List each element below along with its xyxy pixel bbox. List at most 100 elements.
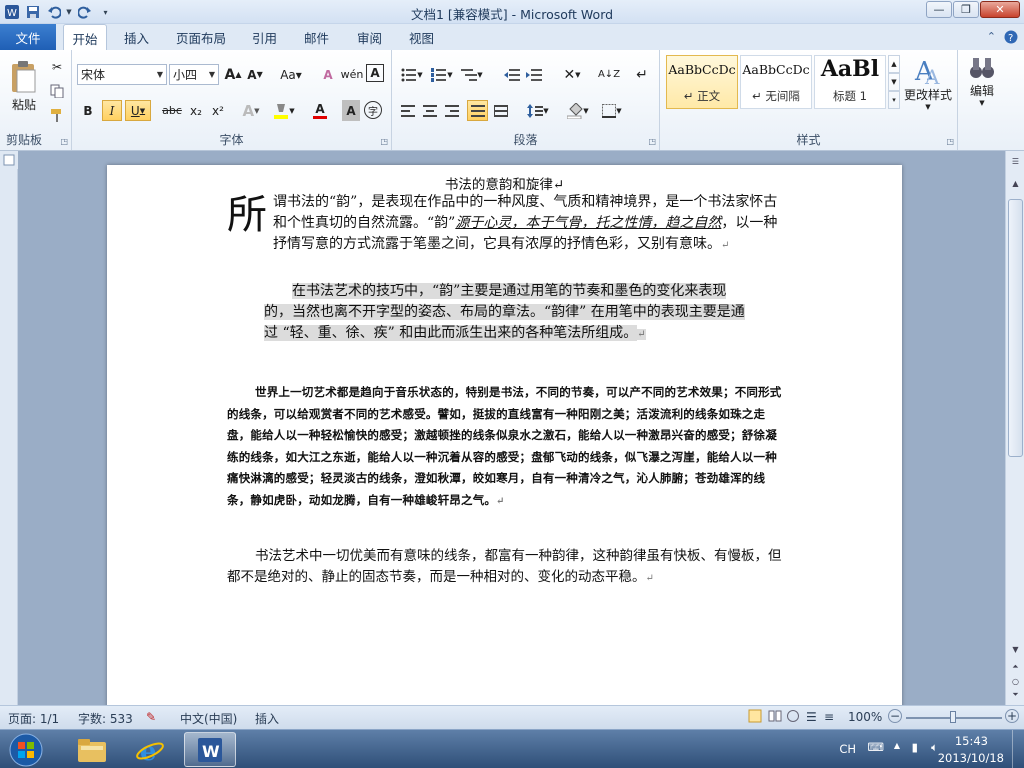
justify-icon[interactable] <box>467 100 488 121</box>
paragraph-mark: ↵ <box>496 495 505 507</box>
align-right-icon[interactable] <box>442 100 462 121</box>
ruler-toggle[interactable] <box>0 151 18 169</box>
clock-time[interactable]: 15:43 <box>955 734 988 748</box>
page-count[interactable]: 页面: 1/1 <box>8 710 59 727</box>
tab-page-layout[interactable]: 页面布局 <box>176 24 226 50</box>
keyboard-icon[interactable]: ⌨ <box>867 740 884 754</box>
font-name-combo[interactable]: 宋体 ▼ <box>77 64 167 85</box>
show-desktop-button[interactable] <box>1012 730 1024 768</box>
bold-button[interactable]: B <box>78 100 98 121</box>
editing-button[interactable]: 编辑 ▼ <box>962 54 1002 124</box>
insert-mode[interactable]: 插入 <box>255 710 279 727</box>
style-heading-1[interactable]: AaBl 标题 1 <box>814 55 886 109</box>
ruler-view-icon[interactable]: ☰ <box>1007 153 1024 169</box>
minimize-ribbon-icon[interactable]: ⌃ <box>987 30 996 47</box>
scroll-up-icon[interactable]: ▲ <box>1007 175 1024 191</box>
multilevel-list-icon[interactable]: ▼ <box>458 64 486 85</box>
decrease-indent-icon[interactable] <box>502 64 522 85</box>
zoom-in-button[interactable]: + <box>1005 709 1019 723</box>
style-no-spacing[interactable]: AaBbCcDc ↵ 无间隔 <box>740 55 812 109</box>
numbering-icon[interactable]: ▼ <box>428 64 456 85</box>
char-shading-button[interactable]: A <box>342 100 360 121</box>
dialog-launcher-icon[interactable]: ◳ <box>648 137 656 146</box>
zoom-slider-thumb[interactable] <box>950 711 956 723</box>
zoom-out-button[interactable]: − <box>888 709 902 723</box>
font-size-combo[interactable]: 小四 ▼ <box>169 64 219 85</box>
proofing-icon[interactable]: ✎ <box>146 710 156 724</box>
tab-review[interactable]: 审阅 <box>357 24 382 50</box>
styles-more-icon[interactable]: ▾ <box>888 91 900 109</box>
italic-button[interactable]: I <box>102 100 122 121</box>
char-border-button[interactable]: A <box>366 64 384 82</box>
help-icon[interactable]: ? <box>1004 30 1018 47</box>
subscript-button[interactable]: x₂ <box>186 100 206 121</box>
increase-indent-icon[interactable] <box>524 64 544 85</box>
scroll-down-icon[interactable]: ▼ <box>1007 641 1024 657</box>
format-painter-icon[interactable] <box>48 106 66 124</box>
restore-button[interactable]: ❐ <box>953 1 979 18</box>
document-page[interactable]: 书法的意韵和旋律↵ 所谓书法的“韵”，是表现在作品中的一种风度、气质和精神境界，… <box>107 165 902 710</box>
tab-references[interactable]: 引用 <box>252 24 277 50</box>
language-status[interactable]: 中文(中国) <box>180 710 237 727</box>
network-icon[interactable]: ▮ <box>912 740 918 754</box>
scroll-thumb[interactable] <box>1008 199 1023 457</box>
shrink-font-button[interactable]: A ▼ <box>246 64 264 85</box>
show-marks-icon[interactable]: ↵ <box>632 64 652 85</box>
clear-format-button[interactable]: A <box>318 64 338 85</box>
tray-expand-icon[interactable]: ▲ <box>894 741 900 750</box>
copy-icon[interactable] <box>48 82 66 100</box>
align-center-icon[interactable] <box>420 100 440 121</box>
dialog-launcher-icon[interactable]: ◳ <box>60 137 68 146</box>
vertical-scrollbar[interactable]: ☰ ▲ ▼ ⏶ ○ ⏷ <box>1005 151 1024 705</box>
window-title: 文档1 [兼容模式] - Microsoft Word <box>410 7 614 22</box>
tab-home[interactable]: 开始 <box>63 24 107 51</box>
zoom-level[interactable]: 100% <box>848 710 882 724</box>
borders-icon[interactable]: ▼ <box>598 100 626 121</box>
superscript-button[interactable]: x² <box>208 100 228 121</box>
dialog-launcher-icon[interactable]: ◳ <box>380 137 388 146</box>
minimize-button[interactable]: — <box>926 1 952 18</box>
chinese-layout-icon[interactable]: ✕ ▼ <box>558 64 586 85</box>
grow-font-button[interactable]: A ▲ <box>223 64 243 85</box>
next-page-icon[interactable]: ⏷ <box>1007 687 1024 703</box>
shading-icon[interactable]: ▼ <box>564 100 592 121</box>
ime-indicator[interactable]: CH <box>839 742 856 756</box>
taskbar-ie[interactable]: e <box>124 732 176 767</box>
tab-file[interactable]: 文件 <box>0 24 56 50</box>
line-spacing-icon[interactable]: ▼ <box>524 100 552 121</box>
styles-scroll-down-icon[interactable]: ▼ <box>888 73 900 91</box>
align-left-icon[interactable] <box>398 100 418 121</box>
clock-date[interactable]: 2013/10/18 <box>938 751 1004 765</box>
distributed-icon[interactable] <box>491 100 511 121</box>
style-normal[interactable]: AaBbCcDc ↵ 正文 <box>666 55 738 109</box>
cut-icon[interactable]: ✂ <box>48 58 66 76</box>
web-layout-icon[interactable] <box>786 709 800 726</box>
draft-icon[interactable]: ≡ <box>824 710 834 724</box>
change-styles-button[interactable]: AA 更改样式 ▼ <box>902 54 954 124</box>
bullets-icon[interactable]: ▼ <box>398 64 426 85</box>
outline-icon[interactable]: ☰ <box>806 710 817 724</box>
strikethrough-button[interactable]: abc <box>160 100 184 121</box>
taskbar-word[interactable]: W <box>184 732 236 767</box>
phonetic-guide-icon[interactable]: wén <box>341 64 364 85</box>
styles-scroll-up-icon[interactable]: ▲ <box>888 55 900 73</box>
paste-button[interactable]: 粘贴 <box>6 54 42 118</box>
print-layout-icon[interactable] <box>748 709 762 726</box>
full-reading-icon[interactable] <box>768 709 782 726</box>
word-count[interactable]: 字数: 533 <box>78 710 133 727</box>
tab-view[interactable]: 视图 <box>409 24 434 50</box>
enclose-char-button[interactable]: 字 <box>364 101 382 119</box>
highlight-button[interactable]: ▼ <box>270 100 298 121</box>
sort-icon[interactable]: A↓Z <box>598 64 620 85</box>
change-case-button[interactable]: Aa ▾ <box>277 64 305 85</box>
underline-button[interactable]: U ▼ <box>125 100 151 121</box>
start-button[interactable] <box>4 732 48 767</box>
font-color-button[interactable]: A <box>306 100 334 121</box>
tab-insert[interactable]: 插入 <box>124 24 149 50</box>
tab-mailings[interactable]: 邮件 <box>304 24 329 50</box>
folder-icon <box>78 738 106 762</box>
dialog-launcher-icon[interactable]: ◳ <box>946 137 954 146</box>
taskbar-explorer[interactable] <box>66 732 118 767</box>
text-effects-button[interactable]: A ▼ <box>238 100 264 121</box>
close-button[interactable]: ✕ <box>980 1 1020 18</box>
